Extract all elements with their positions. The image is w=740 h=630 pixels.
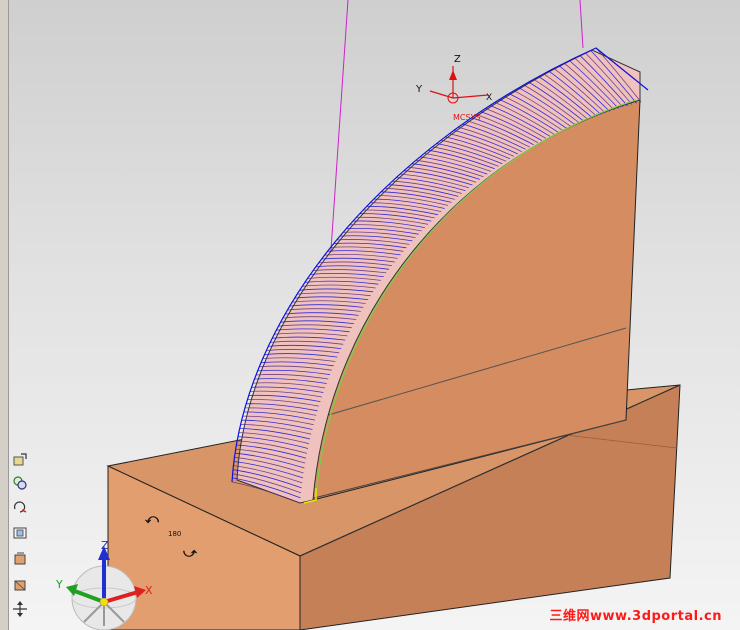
wireframe-icon[interactable] (10, 576, 30, 594)
cad-scene[interactable]: Z Y X MCSYS Z Y X (0, 0, 740, 630)
triad-y-label: Y (55, 578, 63, 591)
graphics-viewport[interactable]: Z Y X MCSYS Z Y X ⤺ 180 ⤻ 三维网www.3dporta… (0, 0, 740, 630)
watermark-text: 三维网www.3dportal.cn (549, 609, 722, 624)
mcsys-y-label: Y (415, 84, 423, 95)
mcsys-origin-label: MCSYS (453, 113, 481, 122)
triad-origin-icon (99, 597, 109, 607)
shade-icon[interactable] (10, 550, 30, 568)
tool-axis-line-right (579, 0, 584, 49)
view-fit-icon[interactable] (10, 450, 30, 468)
mcsys-z-arrow-icon (449, 70, 457, 80)
triad-x-label: X (145, 584, 153, 597)
mcsys-x-label: X (486, 93, 492, 103)
pan-icon[interactable] (10, 600, 30, 618)
rotate-icon[interactable] (10, 498, 30, 516)
rotate-right-icon[interactable]: ⤻ (183, 546, 197, 561)
rotate-step-label: 180 (168, 530, 182, 538)
mcsys-z-label: Z (454, 54, 461, 65)
triad-z-label: Z (101, 539, 109, 552)
zoom-icon[interactable] (10, 474, 30, 492)
orient-icon[interactable] (10, 524, 30, 542)
rotate-left-icon[interactable]: ⤺ (145, 512, 159, 527)
